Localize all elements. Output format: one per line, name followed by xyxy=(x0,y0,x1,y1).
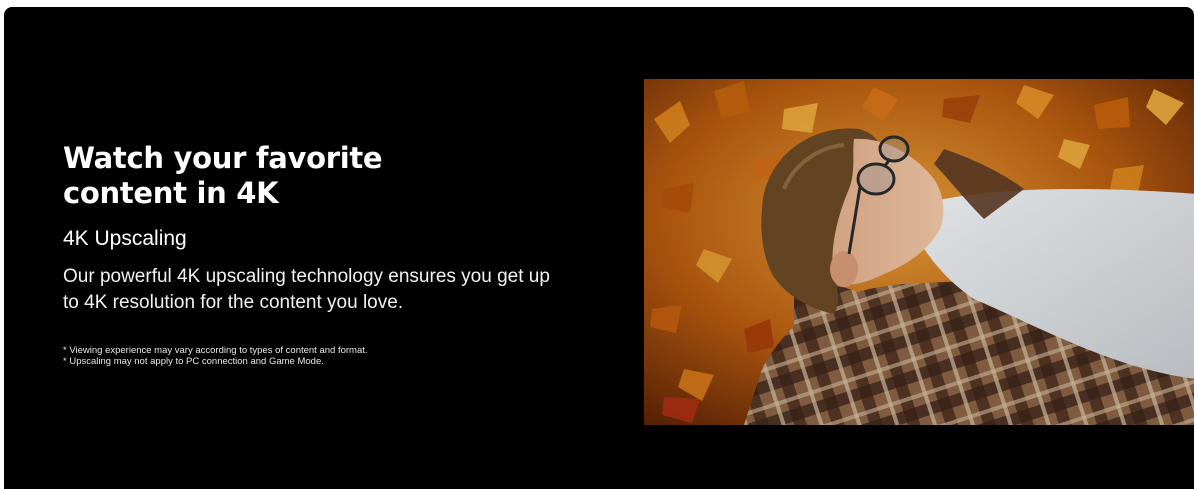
feature-subheading: 4K Upscaling xyxy=(63,227,187,250)
disclaimer-note: * Upscaling may not apply to PC connecti… xyxy=(63,356,324,367)
feature-image xyxy=(644,79,1194,425)
disclaimer-note: * Viewing experience may vary according … xyxy=(63,345,368,356)
feature-headline: Watch your favorite content in 4K xyxy=(63,141,383,210)
autumn-portrait-illustration xyxy=(644,79,1194,425)
disclaimer-list: * Viewing experience may vary according … xyxy=(63,345,623,367)
feature-card: Watch your favorite content in 4K 4K Ups… xyxy=(4,7,1194,489)
feature-copy: Watch your favorite content in 4K 4K Ups… xyxy=(63,141,623,367)
feature-description: Our powerful 4K upscaling technology ens… xyxy=(63,266,550,313)
